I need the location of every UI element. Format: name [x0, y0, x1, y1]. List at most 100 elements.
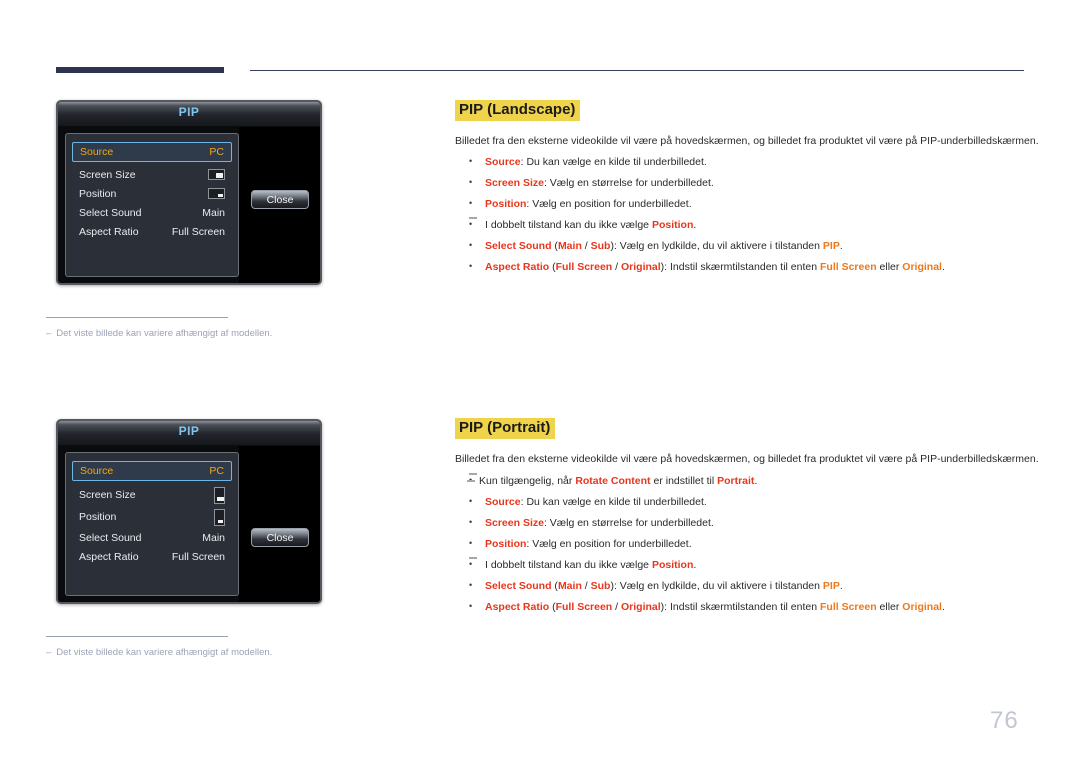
close-button[interactable]: Close [251, 528, 309, 547]
section-bullet-list: Source: Du kan vælge en kilde til underb… [455, 154, 1025, 275]
osd-row-screen-size[interactable]: Screen Size [72, 165, 232, 184]
conjunction: eller [876, 601, 903, 613]
caption-text: Det viste billede kan variere afhængigt … [56, 328, 273, 339]
keyword-sub: Sub [590, 580, 611, 592]
osd-panel-landscape: PIP Source PC Screen Size Position Selec… [56, 100, 322, 285]
keyword-original: Original [620, 261, 661, 273]
caption-dash: – [46, 328, 52, 339]
osd-row-aspect-ratio[interactable]: Aspect Ratio Full Screen [72, 222, 232, 241]
osd-row-label: Select Sound [79, 531, 142, 544]
list-item-text: : Du kan vælge en kilde til underbillede… [520, 496, 707, 508]
osd-row-value: Main [202, 206, 225, 219]
keyword-source: Source [485, 156, 521, 168]
osd-titlebar: PIP [58, 102, 320, 127]
osd-panel-portrait: PIP Source PC Screen Size Position Selec… [56, 419, 322, 604]
section-pip-portrait: PIP (Portrait) Billedet fra den eksterne… [455, 418, 1039, 615]
keyword-original: Original [620, 601, 661, 613]
screen-size-icon [208, 169, 225, 180]
list-item-text: : Vælg en position for underbilledet. [526, 538, 692, 550]
osd-row-label: Position [79, 187, 117, 200]
osd-row-label: Screen Size [79, 489, 136, 501]
osd-row-label: Screen Size [79, 168, 136, 181]
osd-body: Source PC Screen Size Position Select So… [58, 127, 320, 283]
caption-rule [46, 317, 228, 318]
top-note-mid: er indstillet til [650, 475, 718, 487]
caption-dash: – [46, 647, 52, 658]
keyword-select-sound: Select Sound [485, 240, 552, 252]
period: . [941, 261, 945, 273]
osd-row-value: PC [209, 146, 224, 158]
section-intro: Billedet fra den eksterne videokilde vil… [455, 453, 1039, 465]
screen-size-icon [214, 486, 225, 504]
keyword-select-sound: Select Sound [485, 580, 552, 592]
osd-row-position[interactable]: Position [72, 506, 232, 528]
list-item-text: : Indstil skærmtilstanden til enten [664, 601, 820, 613]
header-rule-thin [250, 70, 1024, 71]
osd-row-value: Main [202, 531, 225, 544]
osd-row-label: Source [80, 146, 114, 158]
slash: / [581, 580, 591, 592]
close-button[interactable]: Close [251, 190, 309, 209]
list-item: Select Sound (Main / Sub): Vælg en lydki… [455, 578, 1025, 594]
caption-rule [46, 636, 228, 637]
keyword-aspect-ratio: Aspect Ratio [485, 601, 550, 613]
osd-row-source[interactable]: Source PC [72, 461, 232, 481]
osd-row-select-sound[interactable]: Select Sound Main [72, 203, 232, 222]
top-note: Kun tilgængelig, når Rotate Content er i… [455, 473, 1025, 489]
slash: / [612, 261, 621, 273]
list-item: Position: Vælg en position for underbill… [455, 196, 1025, 212]
osd-row-label: Aspect Ratio [79, 225, 139, 238]
sub-note-text: I dobbelt tilstand kan du ikke vælge [485, 559, 652, 571]
keyword-portrait: Portrait [717, 475, 755, 487]
keyword-screen-size: Screen Size [485, 177, 544, 189]
keyword-main: Main [557, 580, 582, 592]
section-intro: Billedet fra den eksterne videokilde vil… [455, 135, 1039, 147]
osd-row-label: Position [79, 511, 117, 523]
list-item-text: : Vælg en position for underbilledet. [526, 198, 692, 210]
caption-portrait: – Det viste billede kan variere afhængigt… [46, 636, 346, 659]
list-item: Screen Size: Vælg en størrelse for under… [455, 175, 1025, 191]
list-item-text: : Vælg en størrelse for underbilledet. [543, 177, 714, 189]
header-rule-thick [56, 67, 224, 73]
keyword-source: Source [485, 496, 521, 508]
keyword-original-2: Original [902, 601, 942, 613]
osd-row-label: Aspect Ratio [79, 550, 139, 563]
list-item-text: : Vælg en lydkilde, du vil aktivere i ti… [613, 240, 823, 252]
list-item-text: : Indstil skærmtilstanden til enten [664, 261, 820, 273]
osd-row-select-sound[interactable]: Select Sound Main [72, 528, 232, 547]
sub-note-period: . [693, 559, 697, 571]
osd-row-aspect-ratio[interactable]: Aspect Ratio Full Screen [72, 547, 232, 566]
section-heading: PIP (Landscape) [455, 100, 581, 121]
osd-row-position[interactable]: Position [72, 184, 232, 203]
sub-note: I dobbelt tilstand kan du ikke vælge Pos… [455, 557, 1025, 573]
osd-title: PIP [178, 105, 200, 119]
osd-row-source[interactable]: Source PC [72, 142, 232, 162]
osd-row-value: PC [209, 465, 224, 477]
list-item: Screen Size: Vælg en størrelse for under… [455, 515, 1025, 531]
osd-title: PIP [178, 424, 200, 438]
keyword-position: Position [651, 219, 694, 231]
position-icon [208, 188, 225, 199]
osd-body: Source PC Screen Size Position Select So… [58, 446, 320, 602]
osd-side-panel: Close [239, 446, 320, 602]
keyword-position: Position [651, 559, 694, 571]
osd-row-value: Full Screen [171, 225, 225, 238]
list-item: Aspect Ratio (Full Screen / Original): I… [455, 259, 1025, 275]
list-item: Aspect Ratio (Full Screen / Original): I… [455, 599, 1025, 615]
list-item-text: : Vælg en lydkilde, du vil aktivere i ti… [613, 580, 823, 592]
position-icon [214, 508, 225, 526]
keyword-main: Main [557, 240, 582, 252]
osd-titlebar: PIP [58, 421, 320, 446]
sub-note: I dobbelt tilstand kan du ikke vælge Pos… [455, 217, 1025, 233]
osd-row-label: Source [80, 465, 114, 477]
slash: / [612, 601, 621, 613]
keyword-screen-size: Screen Size [485, 517, 544, 529]
section-pip-landscape: PIP (Landscape) Billedet fra den ekstern… [455, 100, 1039, 275]
keyword-sub: Sub [590, 240, 611, 252]
osd-row-label: Select Sound [79, 206, 142, 219]
osd-row-screen-size[interactable]: Screen Size [72, 484, 232, 506]
keyword-full-screen: Full Screen [555, 261, 613, 273]
keyword-full-screen: Full Screen [555, 601, 613, 613]
slash: / [581, 240, 591, 252]
keyword-full-screen-2: Full Screen [820, 601, 877, 613]
